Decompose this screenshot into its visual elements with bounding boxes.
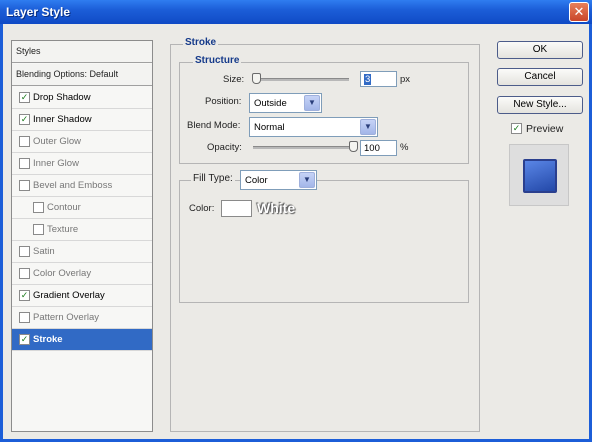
style-item-label: Texture xyxy=(47,224,79,235)
cancel-button[interactable]: Cancel xyxy=(497,68,583,86)
blend-mode-select[interactable]: Normal ▼ xyxy=(249,117,378,137)
dialog-body: Styles Blending Options: Default ✓ Drop … xyxy=(0,24,592,442)
preview-toggle[interactable]: ✓ Preview xyxy=(511,121,591,137)
position-select[interactable]: Outside ▼ xyxy=(249,93,322,113)
style-item-bevel-emboss[interactable]: Bevel and Emboss xyxy=(12,175,152,197)
new-style-button[interactable]: New Style... xyxy=(497,96,583,114)
stroke-section-title: Stroke xyxy=(183,37,219,48)
inner-glow-checkbox[interactable] xyxy=(19,158,30,169)
window-title: Layer Style xyxy=(6,5,71,19)
styles-header[interactable]: Styles xyxy=(12,41,152,63)
style-item-gradient-overlay[interactable]: ✓ Gradient Overlay xyxy=(12,285,152,307)
opacity-slider[interactable] xyxy=(253,146,353,149)
size-slider[interactable] xyxy=(253,78,349,81)
style-item-label: Color Overlay xyxy=(33,268,92,279)
style-item-drop-shadow[interactable]: ✓ Drop Shadow xyxy=(12,87,152,109)
fill-type-select[interactable]: Color ▼ xyxy=(240,170,317,190)
drop-shadow-checkbox[interactable]: ✓ xyxy=(19,92,30,103)
style-item-label: Stroke xyxy=(33,334,63,345)
style-item-label: Gradient Overlay xyxy=(33,290,105,301)
blend-mode-label: Blend Mode: xyxy=(187,120,241,131)
size-slider-thumb[interactable] xyxy=(251,73,261,84)
chevron-down-icon: ▼ xyxy=(304,95,320,111)
blending-options-item[interactable]: Blending Options: Default xyxy=(12,64,152,86)
stroke-color-swatch[interactable] xyxy=(221,200,252,217)
style-item-contour[interactable]: Contour xyxy=(12,197,152,219)
title-bar: Layer Style ✕ xyxy=(0,0,592,24)
color-label: Color: xyxy=(189,203,215,214)
new-style-button-label: New Style... xyxy=(513,99,567,110)
styles-header-label: Styles xyxy=(16,46,41,56)
contour-checkbox[interactable] xyxy=(33,202,44,213)
style-item-stroke[interactable]: ✓ Stroke xyxy=(12,329,152,351)
gradient-overlay-checkbox[interactable]: ✓ xyxy=(19,290,30,301)
style-item-label: Inner Glow xyxy=(33,158,79,169)
style-preview xyxy=(509,144,569,206)
fill-type-group xyxy=(179,180,469,303)
bevel-emboss-checkbox[interactable] xyxy=(19,180,30,191)
style-item-outer-glow[interactable]: Outer Glow xyxy=(12,131,152,153)
style-item-texture[interactable]: Texture xyxy=(12,219,152,241)
position-label: Position: xyxy=(205,96,242,107)
inner-shadow-checkbox[interactable]: ✓ xyxy=(19,114,30,125)
satin-checkbox[interactable] xyxy=(19,246,30,257)
pattern-overlay-checkbox[interactable] xyxy=(19,312,30,323)
color-annotation: White xyxy=(257,200,296,216)
cancel-button-label: Cancel xyxy=(524,71,556,82)
color-overlay-checkbox[interactable] xyxy=(19,268,30,279)
preview-label: Preview xyxy=(526,123,564,135)
ok-button[interactable]: OK xyxy=(497,41,583,59)
preview-checkbox[interactable]: ✓ xyxy=(511,123,522,134)
outer-glow-checkbox[interactable] xyxy=(19,136,30,147)
style-item-label: Bevel and Emboss xyxy=(33,180,113,191)
size-input[interactable]: 3 xyxy=(360,71,397,87)
ok-button-label: OK xyxy=(532,44,548,55)
close-button[interactable]: ✕ xyxy=(569,2,589,22)
opacity-value: 100 xyxy=(364,143,380,154)
fill-type-label: Fill Type: xyxy=(191,173,235,184)
style-item-label: Satin xyxy=(33,246,55,257)
style-item-label: Pattern Overlay xyxy=(33,312,99,323)
position-value: Outside xyxy=(254,98,287,109)
style-item-label: Inner Shadow xyxy=(33,114,92,125)
structure-title: Structure xyxy=(193,55,242,66)
style-item-satin[interactable]: Satin xyxy=(12,241,152,263)
styles-list: Styles Blending Options: Default ✓ Drop … xyxy=(11,40,153,432)
style-item-pattern-overlay[interactable]: Pattern Overlay xyxy=(12,307,152,329)
style-item-label: Outer Glow xyxy=(33,136,82,147)
style-item-color-overlay[interactable]: Color Overlay xyxy=(12,263,152,285)
opacity-slider-thumb[interactable] xyxy=(349,141,358,152)
opacity-unit: % xyxy=(400,142,409,153)
preview-swatch xyxy=(523,159,557,193)
texture-checkbox[interactable] xyxy=(33,224,44,235)
chevron-down-icon: ▼ xyxy=(360,119,376,135)
style-item-label: Contour xyxy=(47,202,81,213)
chevron-down-icon: ▼ xyxy=(299,172,315,188)
blend-mode-value: Normal xyxy=(254,122,285,133)
blending-options-label: Blending Options: Default xyxy=(16,69,119,79)
stroke-checkbox[interactable]: ✓ xyxy=(19,334,30,345)
style-item-inner-shadow[interactable]: ✓ Inner Shadow xyxy=(12,109,152,131)
style-item-label: Drop Shadow xyxy=(33,92,91,103)
close-icon: ✕ xyxy=(573,4,585,19)
size-label: Size: xyxy=(223,74,245,85)
size-value: 3 xyxy=(364,74,372,85)
style-item-inner-glow[interactable]: Inner Glow xyxy=(12,153,152,175)
opacity-input[interactable]: 100 xyxy=(360,140,397,156)
fill-type-value: Color xyxy=(245,175,268,186)
size-unit: px xyxy=(400,74,411,85)
opacity-label: Opacity: xyxy=(207,142,242,153)
